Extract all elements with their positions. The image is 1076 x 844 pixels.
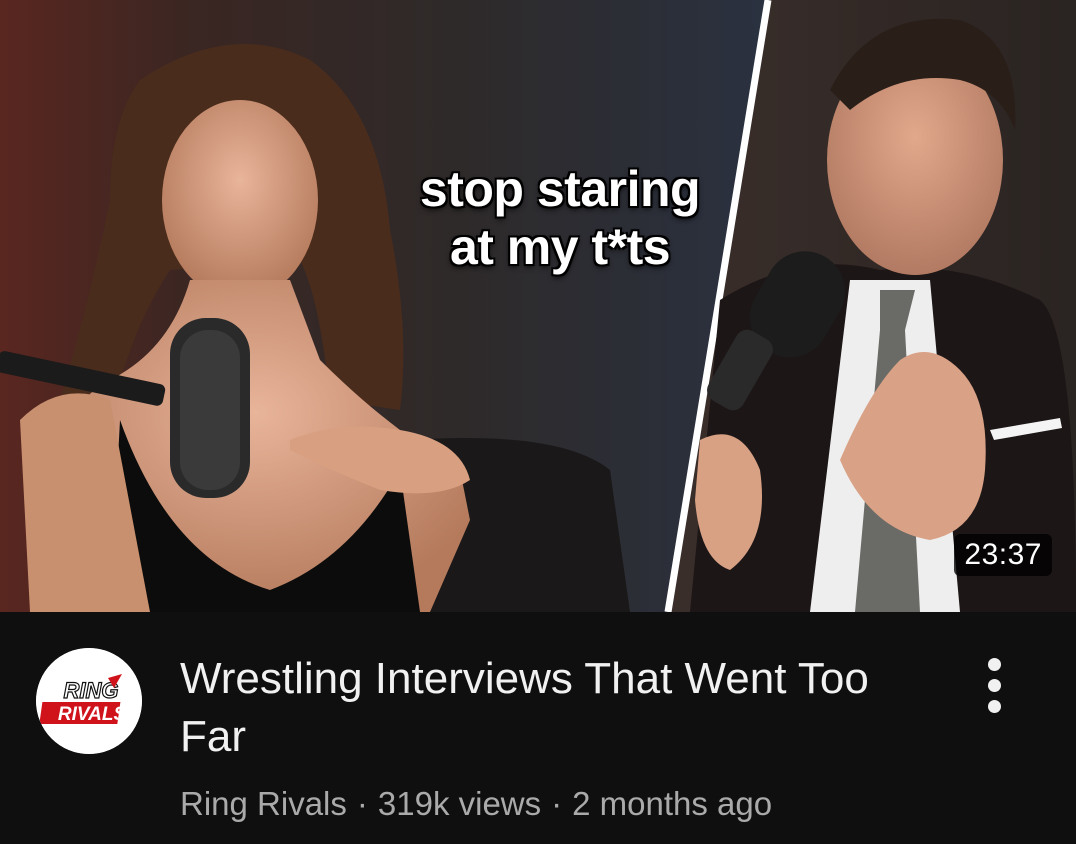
thumbnail-caption: stop staring at my t*ts: [360, 160, 760, 276]
vertical-ellipsis-icon: [988, 679, 1001, 692]
view-count: 319k views: [377, 785, 542, 822]
duration-badge: 23:37: [954, 534, 1052, 576]
meta-separator: ·: [551, 785, 563, 822]
video-title[interactable]: Wrestling Interviews That Went Too Far: [180, 650, 900, 766]
meta-separator: ·: [356, 785, 368, 822]
channel-avatar[interactable]: RING RIVALS: [36, 648, 142, 754]
video-thumbnail[interactable]: stop staring at my t*ts 23:37: [0, 0, 1076, 612]
caption-line-1: stop staring: [419, 161, 701, 217]
vertical-ellipsis-icon: [988, 700, 1001, 713]
ring-rivals-logo: RING RIVALS: [36, 648, 142, 754]
vertical-ellipsis-icon: [988, 658, 1001, 671]
caption-line-2: at my t*ts: [449, 219, 671, 275]
video-metadata: Ring Rivals · 319k views · 2 months ago: [180, 782, 772, 826]
more-options-button[interactable]: [970, 656, 1020, 716]
upload-age: 2 months ago: [572, 785, 773, 822]
svg-text:RIVALS: RIVALS: [58, 704, 127, 725]
thumbnail-image: [0, 0, 1076, 612]
channel-name[interactable]: Ring Rivals: [180, 785, 347, 822]
